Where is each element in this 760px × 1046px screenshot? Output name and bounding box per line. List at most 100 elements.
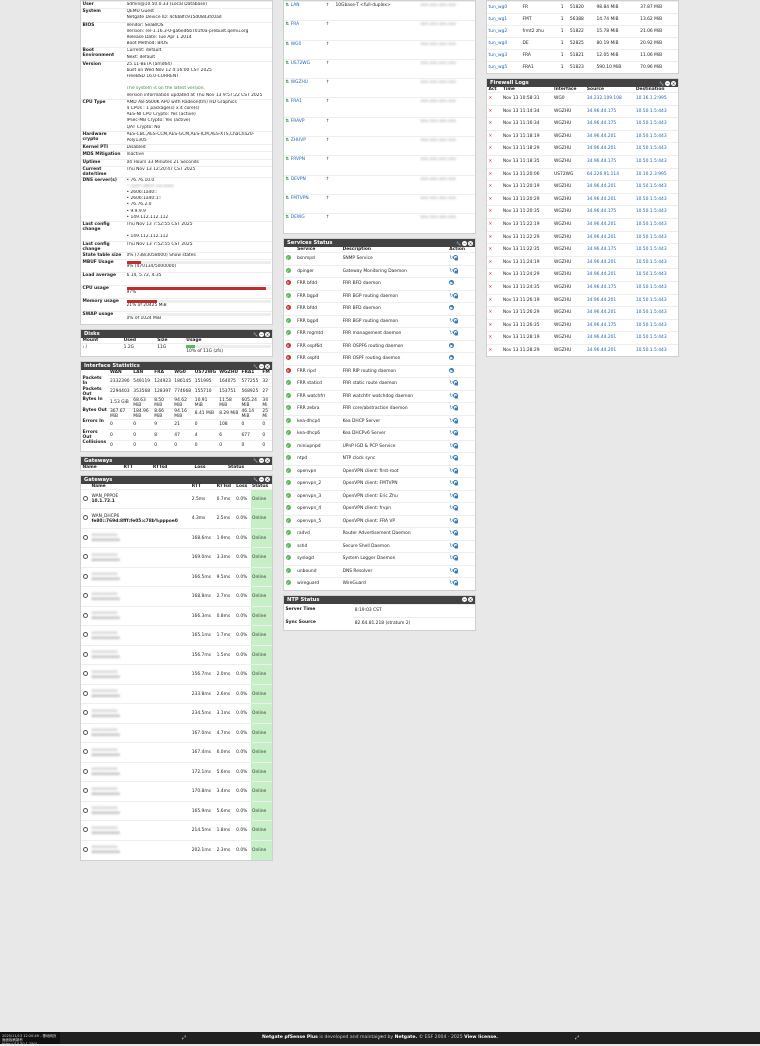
stop-icon[interactable]: ■ — [453, 555, 459, 561]
stop-icon[interactable]: ■ — [453, 517, 459, 524]
firewall-destination[interactable]: 10.50.1.5:443 — [634, 142, 678, 156]
block-icon[interactable]: ✕ — [487, 280, 502, 294]
interface-name[interactable]: WGZHU — [291, 80, 308, 85]
stop-icon[interactable]: ■ — [453, 455, 459, 461]
block-icon[interactable]: ✕ — [487, 293, 502, 307]
stop-icon[interactable]: ■ — [453, 467, 459, 474]
tunnel-name[interactable]: tun_wg4 — [487, 37, 522, 50]
firewall-destination[interactable]: 10.50.1.5:443 — [634, 318, 678, 332]
block-icon[interactable]: ✕ — [487, 217, 502, 232]
firewall-source[interactable]: 34.96.44.201 — [585, 306, 635, 320]
firewall-source[interactable]: 34.96.44.175 — [585, 205, 635, 219]
stop-icon[interactable]: ■ — [453, 567, 459, 574]
play-icon[interactable]: ▶ — [449, 280, 455, 286]
tunnel-name[interactable]: tun_wg1 — [487, 13, 522, 26]
firewall-destination[interactable]: 10.50.1.5:443 — [634, 117, 678, 131]
tunnel-name[interactable]: tun_wg0 — [487, 1, 522, 14]
block-icon[interactable]: ✕ — [487, 192, 502, 206]
firewall-destination[interactable]: 10.50.1.5:443 — [634, 306, 678, 320]
expand-icon[interactable]: ⤢ — [182, 1035, 188, 1041]
interface-name-cell[interactable]: ⇅ DEWG — [284, 213, 325, 234]
firewall-destination[interactable]: 10.50.1.5:443 — [634, 217, 678, 232]
play-icon[interactable]: ▶ — [449, 342, 455, 348]
block-icon[interactable]: ✕ — [487, 129, 502, 143]
firewall-source[interactable]: 34.232.109.108 — [585, 92, 635, 106]
stop-icon[interactable]: ■ — [453, 255, 459, 261]
expand-icon[interactable]: ⤢ — [575, 1035, 581, 1041]
interface-name[interactable]: FRA — [291, 22, 299, 27]
interface-name-cell[interactable]: ⇅ US72WG — [284, 58, 325, 79]
block-icon[interactable]: ✕ — [487, 205, 502, 219]
minimize-icon[interactable]: − — [259, 458, 264, 464]
firewall-source[interactable]: 34.96.44.201 — [585, 343, 635, 357]
block-icon[interactable]: ✕ — [487, 255, 502, 269]
block-icon[interactable]: ✕ — [487, 154, 502, 169]
stop-icon[interactable]: ■ — [453, 480, 459, 486]
interface-name-cell[interactable]: ⇅ WG0 — [284, 39, 325, 60]
interface-name-cell[interactable]: ⇅ ZHUVP — [284, 136, 325, 156]
firewall-source[interactable]: 34.96.44.201 — [585, 268, 635, 282]
firewall-source[interactable]: 34.96.44.201 — [585, 192, 635, 206]
stop-icon[interactable]: ■ — [453, 492, 459, 499]
firewall-destination[interactable]: 10.50.1.5:443 — [634, 230, 678, 244]
footer-brand[interactable]: Netgate. — [395, 1035, 418, 1040]
firewall-destination[interactable]: 10.50.1.5:443 — [634, 180, 678, 194]
stop-icon[interactable]: ■ — [453, 405, 459, 411]
firewall-source[interactable]: 34.96.44.175 — [585, 154, 635, 169]
block-icon[interactable]: ✕ — [487, 331, 502, 345]
firewall-source[interactable]: 34.96.44.175 — [585, 243, 635, 257]
stop-icon[interactable]: ■ — [453, 330, 459, 336]
block-icon[interactable]: ✕ — [487, 180, 502, 194]
interface-name-cell[interactable]: ⇅ LAN — [284, 1, 325, 21]
expand-icon[interactable]: ⤢ — [378, 1035, 384, 1041]
interface-name[interactable]: FRAVP — [291, 119, 305, 124]
firewall-source[interactable]: 34.96.44.175 — [585, 104, 635, 118]
block-icon[interactable]: ✕ — [487, 343, 502, 357]
firewall-destination[interactable]: 10.16.1.2:995 — [634, 92, 678, 106]
minimize-icon[interactable]: − — [259, 477, 264, 483]
play-icon[interactable]: ▶ — [449, 355, 455, 361]
interface-name-cell[interactable]: ⇅ FRAVP — [284, 116, 325, 137]
firewall-source[interactable]: 34.96.44.201 — [585, 331, 635, 345]
interface-name-cell[interactable]: ⇅ WGZHU — [284, 78, 325, 98]
firewall-source[interactable]: 34.96.44.175 — [585, 117, 635, 131]
interface-name[interactable]: US72WG — [291, 61, 310, 66]
firewall-destination[interactable]: 10.50.1.5:443 — [634, 331, 678, 345]
wrench-icon[interactable]: 🔧 — [253, 332, 258, 337]
firewall-source[interactable]: 34.96.44.201 — [585, 230, 635, 244]
close-icon[interactable]: × — [265, 477, 270, 483]
stop-icon[interactable]: ■ — [453, 417, 459, 424]
close-icon[interactable]: × — [468, 597, 473, 603]
firewall-destination[interactable]: 10.50.1.5:443 — [634, 243, 678, 257]
firewall-destination[interactable]: 10.50.1.5:443 — [634, 205, 678, 219]
firewall-source[interactable]: 34.96.44.175 — [585, 280, 635, 294]
stop-icon[interactable]: ■ — [453, 442, 459, 449]
stop-icon[interactable]: ■ — [453, 392, 459, 399]
block-icon[interactable]: ✕ — [487, 243, 502, 257]
tunnel-name[interactable]: tun_wg2 — [487, 25, 522, 38]
firewall-destination[interactable]: 10.50.1.5:443 — [634, 343, 678, 357]
stop-icon[interactable]: ■ — [453, 530, 459, 536]
wrench-icon[interactable]: 🔧 — [253, 458, 258, 463]
firewall-source[interactable]: 34.96.44.175 — [585, 318, 635, 332]
firewall-destination[interactable]: 10.50.1.5:443 — [634, 280, 678, 294]
block-icon[interactable]: ✕ — [487, 142, 502, 156]
firewall-destination[interactable]: 10.50.1.5:443 — [634, 255, 678, 269]
minimize-icon[interactable]: − — [259, 363, 264, 369]
interface-name[interactable]: FRVPN — [291, 157, 305, 162]
firewall-source[interactable]: 64.226.91.114 — [585, 167, 635, 181]
interface-name-cell[interactable]: ⇅ DEVPN — [284, 174, 325, 195]
interface-name[interactable]: WG0 — [291, 42, 302, 47]
firewall-destination[interactable]: 10.10.2.3:995 — [634, 167, 678, 181]
stop-icon[interactable]: ■ — [453, 380, 459, 386]
interface-name-cell[interactable]: ⇅ FMTVPN — [284, 193, 325, 214]
interface-name[interactable]: FMTVPN — [291, 196, 309, 201]
interface-name-cell[interactable]: ⇅ FRA1 — [284, 97, 325, 118]
tunnel-name[interactable]: tun_wg3 — [487, 49, 522, 62]
block-icon[interactable]: ✕ — [487, 92, 502, 106]
minimize-icon[interactable]: − — [665, 80, 670, 86]
stop-icon[interactable]: ■ — [453, 580, 459, 586]
stop-icon[interactable]: ■ — [453, 267, 459, 274]
wrench-icon[interactable]: 🔧 — [659, 81, 664, 86]
firewall-source[interactable]: 34.96.44.201 — [585, 129, 635, 143]
